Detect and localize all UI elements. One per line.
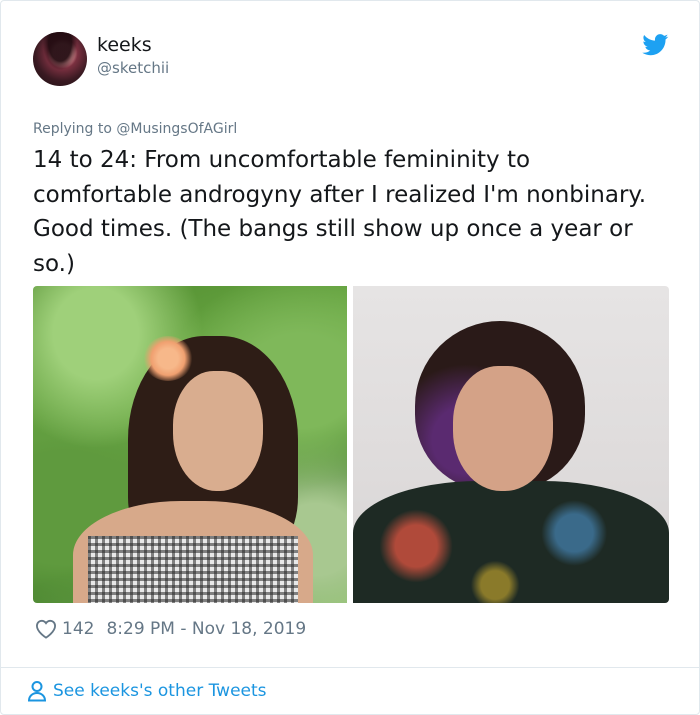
photo-face-shape bbox=[173, 371, 263, 491]
photo-hair-flower-shape bbox=[143, 336, 193, 381]
photo-patterned-shirt-shape bbox=[353, 481, 669, 603]
divider bbox=[1, 667, 699, 668]
tweet-card: keeks @sketchii Replying to @MusingsOfAG… bbox=[0, 0, 700, 715]
tweet-meta: 142 8:29 PM - Nov 18, 2019 bbox=[35, 616, 306, 642]
see-other-tweets-label: See keeks's other Tweets bbox=[53, 681, 267, 701]
photo-gingham-dress-shape bbox=[88, 536, 298, 603]
tweet-photo-before[interactable] bbox=[33, 286, 347, 603]
reply-prefix: Replying to bbox=[33, 121, 117, 137]
twitter-bird-icon[interactable] bbox=[642, 34, 669, 56]
tweet-text: 14 to 24: From uncomfortable femininity … bbox=[33, 147, 647, 277]
avatar[interactable] bbox=[33, 32, 87, 86]
person-icon bbox=[27, 681, 47, 702]
photo-face-shape bbox=[453, 366, 553, 491]
avatar-hair-shape bbox=[33, 32, 87, 86]
reply-mention-link[interactable]: @MusingsOfAGirl bbox=[116, 121, 237, 137]
tweet-photo-after[interactable] bbox=[353, 286, 669, 603]
like-count[interactable]: 142 bbox=[62, 619, 94, 639]
author-name[interactable]: keeks bbox=[97, 34, 152, 56]
reply-context: Replying to @MusingsOfAGirl bbox=[33, 121, 237, 137]
see-other-tweets-link[interactable]: See keeks's other Tweets bbox=[27, 678, 267, 704]
author-handle[interactable]: @sketchii bbox=[97, 59, 169, 77]
heart-icon[interactable] bbox=[35, 619, 57, 639]
tweet-timestamp[interactable]: 8:29 PM - Nov 18, 2019 bbox=[106, 619, 306, 639]
